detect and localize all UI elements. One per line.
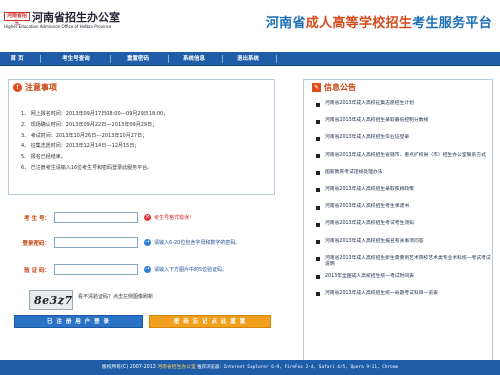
nav-exam-no-lookup[interactable]: 考生号查询 xyxy=(48,52,104,66)
reset-password-button[interactable]: 密 码 忘 记 点 此 重 置 xyxy=(149,315,271,328)
nav-logout[interactable]: 退出系统 xyxy=(228,52,268,66)
bullet-icon xyxy=(316,240,320,244)
password-hint: → 请输入6-20位包含字母和数字的密码。 xyxy=(144,239,240,246)
notice-item: 3、 考试时间：2013年10月26日---2013年10月27日； xyxy=(21,132,148,139)
nav-divider xyxy=(222,55,223,63)
announcement-link[interactable]: 河南省2013年成人高校招生录取最低控制分数线 xyxy=(325,118,428,123)
announcement-item[interactable]: 河南省2013年成人高校招生统一命题考试科目一览表 xyxy=(316,291,491,303)
bullet-icon xyxy=(316,119,320,124)
exam-no-label: 考 生 号： xyxy=(24,216,50,222)
announcement-item[interactable]: 河南省2013年成人高校招生考生承诺书 xyxy=(316,204,491,216)
announcement-item[interactable]: 河南省2013年成人高校招生毕业证登录 xyxy=(316,135,491,147)
captcha-refresh-hint: 看不清验证码？点击左侧图像刷新 xyxy=(78,294,154,300)
announcement-link[interactable]: 河南省2013年成人高校招生录取照顾政策 xyxy=(325,187,414,192)
announcement-item[interactable]: 河南省2013年成人高校招生考试考生须知 xyxy=(316,221,491,233)
bullet-icon xyxy=(316,222,320,227)
nav-divider xyxy=(168,55,169,63)
office-logo: 河南省招生 xyxy=(4,12,30,26)
announcement-item[interactable]: 国家教育考试违规处理办法 xyxy=(316,170,491,182)
bullet-icon xyxy=(316,102,320,107)
notices-title: 注意事项 xyxy=(25,83,57,92)
announcement-link[interactable]: 河南省2013年成人高校招生考生承诺书 xyxy=(325,204,409,209)
nav-home[interactable]: 首 页 xyxy=(2,52,32,66)
announcement-link[interactable]: 河南省2013年成人高校招生报名有关事项问答 xyxy=(325,239,424,244)
captcha-input[interactable] xyxy=(54,264,138,275)
nav-divider xyxy=(276,55,277,63)
announcements-list: 河南省2013年成人高校征集志愿招生计划 河南省2013年成人高校招生录取最低控… xyxy=(316,101,491,308)
announcement-item[interactable]: 河南省2013年成人高校征集志愿招生计划 xyxy=(316,101,491,113)
exam-no-input[interactable] xyxy=(54,212,138,223)
captcha-hint-text: 请输入下方图片中的5位验证码。 xyxy=(154,267,228,273)
notices-list: 1、 网上报名时间：2013年09月17日08:00---09月29日18:00… xyxy=(21,109,271,174)
password-input[interactable] xyxy=(54,237,138,248)
announcement-link[interactable]: 河南省2013年成人高校招生毕业证登录 xyxy=(325,135,409,140)
nav-reset-password[interactable]: 重置密码 xyxy=(114,52,162,66)
announcements-title: 信息公告 xyxy=(324,83,356,92)
announcement-icon: ✎ xyxy=(312,83,321,92)
notice-item: 2、 现场确认时间：2013年09月22日---2013年09月29日； xyxy=(21,121,158,128)
announcement-item[interactable]: 河南省2013年成人高校招生录取照顾政策 xyxy=(316,187,491,199)
page-footer: 版权所有(C) 2007-2013 河南省招生办公室 推荐浏览器：Interne… xyxy=(0,360,500,375)
warning-icon: ! xyxy=(13,83,22,92)
password-hint-text: 请输入6-20位包含字母和数字的密码。 xyxy=(154,240,241,246)
announcement-item[interactable]: 河南省2013年成人高校招生新生需要到艺术院校艺术类专业术科统一考试考试说明 xyxy=(316,256,491,269)
captcha-image[interactable]: 8e3z7 xyxy=(29,290,73,310)
platform-title-prefix: 河南省 xyxy=(265,16,306,31)
password-label: 登录密码： xyxy=(22,241,50,247)
bullet-icon xyxy=(316,257,320,262)
notice-item: 4、 征集志愿时间：2013年12月14日---12月15日； xyxy=(21,143,140,150)
notices-panel: ! 注意事项 1、 网上报名时间：2013年09月17日08:00---09月2… xyxy=(8,79,275,195)
main-nav: 首 页 考生号查询 重置密码 系统信息 退出系统 xyxy=(0,52,500,66)
bullet-icon xyxy=(316,275,320,280)
exam-no-error: × 考生号格式错误！ xyxy=(144,214,194,221)
nav-system-info[interactable]: 系统信息 xyxy=(172,52,216,66)
announcement-link[interactable]: 河南省2013年成人高校招生考试考生须知 xyxy=(325,221,414,226)
bullet-icon xyxy=(316,154,320,159)
captcha-label: 验 证 码： xyxy=(24,268,50,274)
announcement-link[interactable]: 2013年全国成人高校招生统一考试时间表 xyxy=(325,274,414,279)
captcha-hint: → 请输入下方图片中的5位验证码。 xyxy=(144,266,227,273)
footer-owner-link[interactable]: 河南省招生办公室 xyxy=(157,365,195,370)
announcement-link[interactable]: 河南省2013年成人高校征集志愿招生计划 xyxy=(325,101,414,106)
platform-title-suffix: 考生服务平台 xyxy=(412,16,492,31)
login-button[interactable]: 已 注 册 用 户 登 录 xyxy=(14,315,143,328)
notice-item: 5、 报名已经结束。 xyxy=(21,154,66,161)
bullet-icon xyxy=(316,136,320,141)
exam-no-error-text: 考生号格式错误！ xyxy=(154,215,195,221)
info-icon: → xyxy=(144,266,151,273)
announcement-link[interactable]: 河南省2013年成人高校招生统一命题考试科目一览表 xyxy=(325,291,438,296)
platform-title-accent: 成人高等学校招生 xyxy=(305,16,413,31)
page-header: 河南省招生 河南省招生办公室 Higher Education Admissio… xyxy=(0,0,500,42)
captcha-image-text: 8e3z7 xyxy=(34,294,73,307)
platform-title: 河南省成人高等学校招生考生服务平台 xyxy=(266,12,492,31)
footer-copyright: 版权所有(C) 2007-2013 xyxy=(101,365,156,370)
office-name-en: Higher Education Admission Office of HeN… xyxy=(4,24,112,29)
announcement-link[interactable]: 国家教育考试违规处理办法 xyxy=(325,170,383,175)
announcement-item[interactable]: 河南省2013年成人高校招生省辖市、重点扩权县（市）招生办公室联系方式 xyxy=(316,153,491,165)
nav-divider xyxy=(110,55,111,63)
announcement-link[interactable]: 河南省2013年成人高校招生新生需要到艺术院校艺术类专业术科统一考试考试说明 xyxy=(325,256,491,267)
bullet-icon xyxy=(316,171,320,176)
exam-no-row: 考 生 号： × 考生号格式错误！ xyxy=(14,212,294,226)
announcements-panel: ✎ 信息公告 河南省2013年成人高校征集志愿招生计划 河南省2013年成人高校… xyxy=(303,79,493,370)
captcha-row: 验 证 码： → 请输入下方图片中的5位验证码。 xyxy=(14,264,294,278)
announcement-item[interactable]: 河南省2013年成人高校招生报名有关事项问答 xyxy=(316,239,491,251)
announcement-item[interactable]: 2013年全国成人高校招生统一考试时间表 xyxy=(316,274,491,286)
announcement-item[interactable]: 河南省2013年成人高校招生录取最低控制分数线 xyxy=(316,118,491,130)
announcement-link[interactable]: 河南省2013年成人高校招生省辖市、重点扩权县（市）招生办公室联系方式 xyxy=(325,153,486,158)
footer-browsers: 推荐浏览器：Internet Explorer 6-9, FireFox 2-4… xyxy=(197,365,399,370)
info-icon: → xyxy=(144,239,151,246)
bullet-icon xyxy=(316,292,320,297)
error-icon: × xyxy=(144,214,151,221)
password-row: 登录密码： → 请输入6-20位包含字母和数字的密码。 xyxy=(14,237,294,251)
notice-item: 6、 已注册考生请输入16位考生号和密码登录此服务平台。 xyxy=(21,164,153,171)
nav-divider xyxy=(40,55,41,63)
notice-item: 1、 网上报名时间：2013年09月17日08:00---09月29日18:00… xyxy=(21,111,169,117)
bullet-icon xyxy=(316,205,320,210)
bullet-icon xyxy=(316,188,320,193)
office-name: 河南省招生办公室 xyxy=(32,11,120,24)
